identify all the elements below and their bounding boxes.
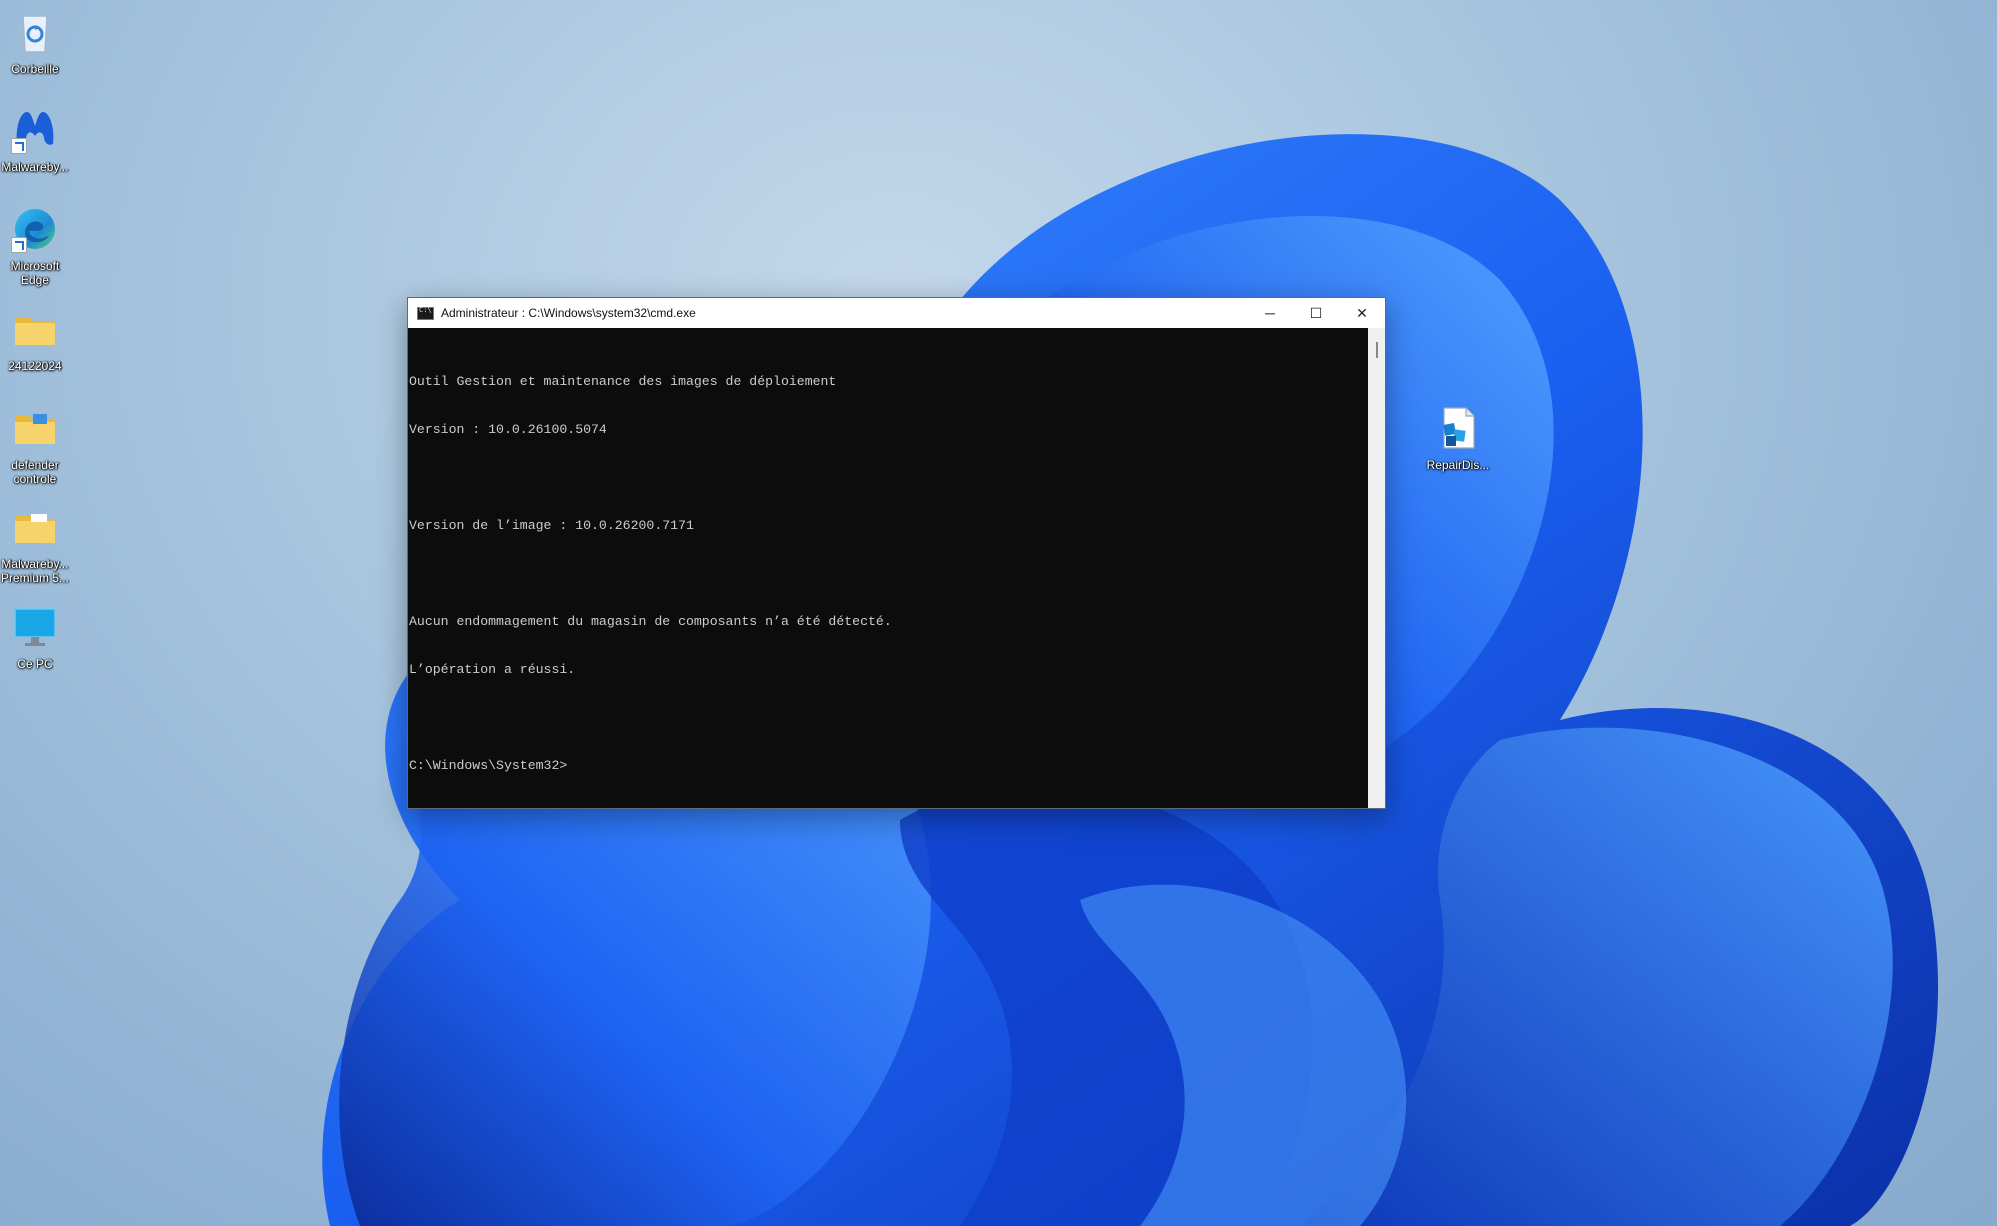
desktop-icon-label: 24122024 — [8, 359, 62, 373]
recycle-bin-icon — [11, 8, 59, 56]
malwarebytes-icon — [11, 106, 59, 154]
desktop-icon-repairdisk-script[interactable]: RepairDis... — [1422, 404, 1494, 472]
desktop-icon-label: Corbeille — [11, 62, 59, 76]
desktop-icon-folder-24122024[interactable]: 24122024 — [0, 305, 71, 373]
window-controls: ─ ☐ ✕ — [1247, 298, 1385, 328]
console-line: Aucun endommagement du magasin de compos… — [409, 614, 892, 629]
vertical-scrollbar[interactable] — [1368, 328, 1385, 808]
desktop-icon-folder-defender[interactable]: defender controle — [0, 404, 71, 486]
cmd-icon — [417, 306, 434, 320]
edge-icon — [11, 205, 59, 253]
minimize-button[interactable]: ─ — [1247, 298, 1293, 328]
folder-icon — [11, 305, 59, 353]
desktop-icon-label: Malwareby... Premium 5... — [0, 557, 69, 585]
maximize-button[interactable]: ☐ — [1293, 298, 1339, 328]
console-line: L’opération a réussi. — [409, 662, 576, 677]
desktop-icon-recycle-bin[interactable]: Corbeille — [0, 8, 71, 76]
desktop-icon-label: Ce PC — [17, 657, 53, 671]
script-file-icon — [1434, 404, 1482, 452]
computer-icon — [11, 603, 59, 651]
shortcut-arrow-icon — [11, 138, 27, 154]
folder-icon — [11, 404, 59, 452]
desktop-icon-label: RepairDis... — [1426, 458, 1490, 472]
command-prompt[interactable]: C:\Windows\System32> — [409, 758, 1368, 774]
title-bar[interactable]: Administrateur : C:\Windows\system32\cmd… — [408, 298, 1385, 328]
cmd-window[interactable]: Administrateur : C:\Windows\system32\cmd… — [407, 297, 1386, 809]
scrollbar-thumb[interactable] — [1376, 342, 1378, 358]
console-line: Version : 10.0.26100.5074 — [409, 422, 607, 437]
desktop-icon-edge[interactable]: Microsoft Edge — [0, 205, 71, 287]
folder-icon — [11, 503, 59, 551]
desktop-icon-folder-malwarebytes-premium[interactable]: Malwareby... Premium 5... — [0, 503, 71, 585]
desktop-icon-malwarebytes[interactable]: Malwareby... — [0, 106, 71, 174]
console-line: Version de l’image : 10.0.26200.7171 — [409, 518, 694, 533]
desktop-icon-this-pc[interactable]: Ce PC — [0, 603, 71, 671]
close-button[interactable]: ✕ — [1339, 298, 1385, 328]
desktop-icon-label: Malwareby... — [1, 160, 69, 174]
window-title: Administrateur : C:\Windows\system32\cmd… — [441, 306, 696, 320]
console-output[interactable]: Outil Gestion et maintenance des images … — [408, 328, 1368, 808]
desktop-icon-label: defender controle — [11, 458, 59, 486]
console-line: Outil Gestion et maintenance des images … — [409, 374, 837, 389]
desktop-icon-label: Microsoft Edge — [10, 259, 60, 287]
shortcut-arrow-icon — [11, 237, 27, 253]
